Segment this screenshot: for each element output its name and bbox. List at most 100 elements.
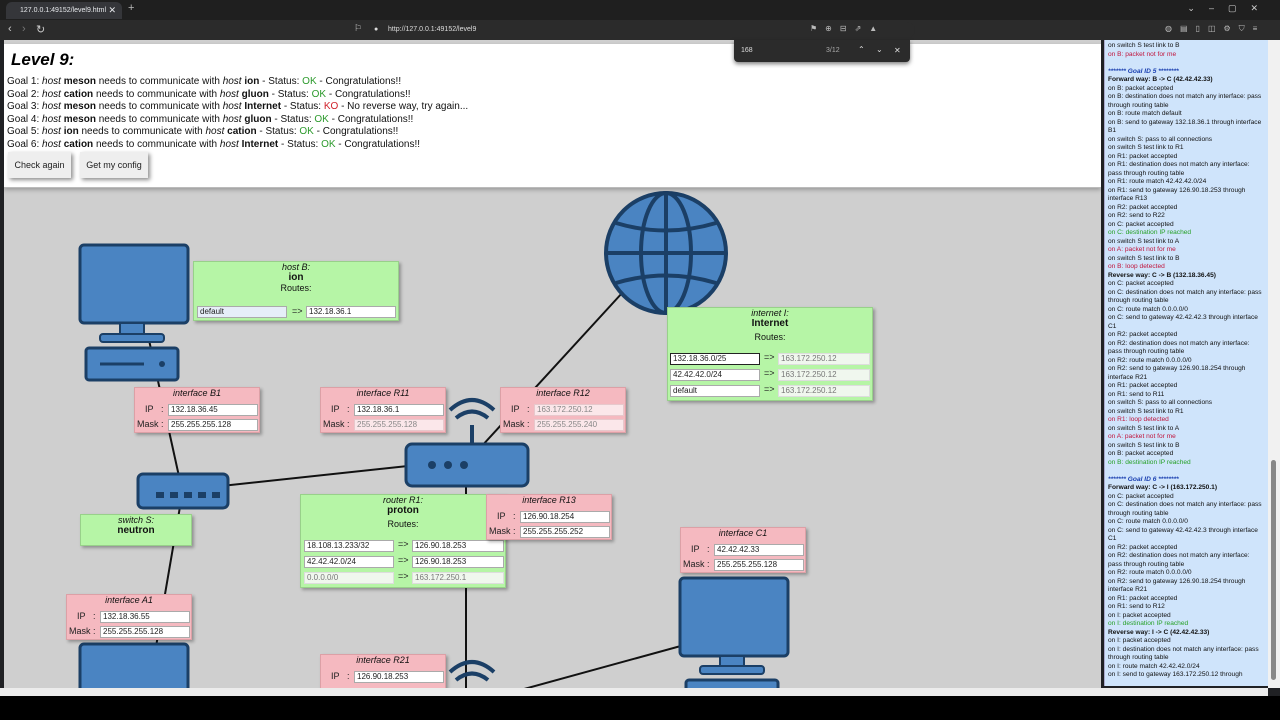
goal-text: host — [222, 101, 242, 113]
log-line: on B: destination IP reached — [1108, 458, 1191, 466]
interface-r12-mask-input[interactable]: 255.255.255.240 — [534, 419, 624, 431]
goal-text: gluon — [244, 113, 272, 125]
goal-text: meson — [63, 76, 96, 87]
log-line: on R2: route match 0.0.0.0/0 — [1108, 356, 1192, 364]
log-line: on I: send to gateway 163.172.250.12 thr… — [1108, 671, 1243, 678]
interface-a1-mask-input[interactable]: 255.255.255.128 — [100, 626, 190, 638]
goal-text: needs to communicate with — [78, 126, 206, 138]
interface-c1-mask-input[interactable]: 255.255.255.128 — [714, 559, 804, 571]
goal-text: - Congratulations!! — [326, 88, 411, 100]
log-line: on switch S test link to A — [1108, 237, 1180, 245]
bookmark-icon[interactable]: ⚐ — [354, 23, 362, 34]
find-close-icon[interactable]: ✕ — [894, 46, 901, 55]
interface-b1-title: interface B1 — [172, 388, 222, 398]
colon-label: : — [347, 671, 350, 681]
tab-bar: 127.0.0.1:49152/level9.html ✕ + ⌄–▢✕ — [0, 0, 1280, 20]
goal-text: Goal 3: — [7, 101, 43, 113]
find-prev-icon[interactable]: ⌃ — [858, 45, 865, 54]
interface-a1-ip-input[interactable]: 132.18.36.55 — [100, 611, 190, 623]
internet-route3-dest-input[interactable]: default — [670, 385, 760, 397]
goal-status: OK — [299, 126, 314, 138]
interface-r13-mask-input[interactable]: 255.255.255.252 — [520, 526, 610, 538]
colon-label: : — [347, 404, 350, 414]
log-line: on I: packet accepted — [1108, 637, 1171, 644]
forward-icon[interactable]: › — [22, 23, 26, 35]
horizontal-scrollbar[interactable] — [0, 688, 1268, 696]
host-b-route-dest-input[interactable]: default — [197, 306, 287, 318]
log-line: on C: packet accepted — [1108, 492, 1174, 500]
goal-line: Goal 4: host meson needs to communicate … — [7, 114, 413, 125]
log-line: on B: loop detected — [1108, 263, 1165, 270]
goal-text: - Congratulations!! — [335, 139, 421, 150]
host-b-route-gw-input[interactable]: 132.18.36.1 — [306, 306, 396, 318]
browser-tab[interactable]: 127.0.0.1:49152/level9.html ✕ — [6, 2, 122, 19]
interface-r21-title: interface R21 — [356, 655, 410, 665]
interface-r13-ip-input[interactable]: 126.90.18.254 — [520, 511, 610, 523]
interface-r13-card: interface R13 IP : 126.90.18.254 Mask : … — [486, 494, 612, 540]
arrow-label: => — [292, 306, 303, 316]
internet-name: Internet — [751, 318, 789, 329]
log-line: on R1: loop detected — [1108, 416, 1169, 423]
site-info-icon[interactable]: ● — [374, 22, 378, 38]
log-line: on R2: packet accepted — [1108, 331, 1178, 338]
goal-text: host — [222, 113, 242, 125]
internet-route2-dest-input[interactable]: 42.42.42.0/24 — [670, 369, 760, 381]
router-r1-route3-gw-input[interactable]: 163.172.250.1 — [412, 572, 504, 584]
window-controls[interactable]: ⌄–▢✕ — [1187, 3, 1272, 14]
router-r1-route3-dest-input[interactable]: 0.0.0.0/0 — [304, 572, 394, 584]
router-r1-route2-dest-input[interactable]: 42.42.42.0/24 — [304, 556, 394, 568]
log-line: on I: route match 42.42.42.0/24 — [1108, 662, 1200, 670]
mask-label: Mask — [137, 419, 159, 429]
log-line: on switch S test link to B — [1108, 42, 1180, 49]
log-line: on switch S test link to B — [1108, 254, 1180, 262]
interface-r12-ip-input[interactable]: 163.172.250.12 — [534, 404, 624, 416]
page-actions-icons[interactable]: ⚑⊕⊟⇗▲ — [810, 24, 885, 33]
log-line: on switch S test link to A — [1108, 424, 1180, 432]
colon-label: : — [707, 544, 710, 554]
arrow-label: => — [764, 352, 775, 362]
get-config-button[interactable]: Get my config — [80, 152, 148, 178]
goal-status: OK — [311, 88, 327, 100]
interface-c1-ip-input[interactable]: 42.42.42.33 — [714, 544, 804, 556]
interface-c1-title: interface C1 — [718, 528, 768, 538]
interface-r21-ip-input[interactable]: 126.90.18.253 — [354, 671, 444, 683]
log-line: on C: send to gateway 42.42.42.3 through… — [1108, 314, 1258, 330]
router-r1-route1-dest-input[interactable]: 18.108.13.233/32 — [304, 540, 394, 552]
log-line: on R1: packet accepted — [1108, 594, 1178, 602]
mask-label: Mask — [503, 419, 525, 429]
find-next-icon[interactable]: ⌄ — [876, 45, 883, 54]
internet-title: internet I: — [751, 308, 789, 318]
switch-s-card: switch S: neutron — [80, 514, 192, 546]
colon-label: : — [707, 559, 710, 569]
internet-route1-dest-input[interactable]: 132.18.36.0/25 — [670, 353, 760, 365]
colon-label: : — [347, 419, 350, 429]
router-r1-route2-gw-input[interactable]: 126.90.18.253 — [412, 556, 504, 568]
new-tab-icon[interactable]: + — [128, 2, 134, 14]
log-line: on B: route match default — [1108, 110, 1182, 117]
reload-icon[interactable]: ↻ — [36, 23, 45, 36]
find-count: 3/12 — [826, 47, 840, 54]
scrollbar-thumb[interactable] — [1271, 460, 1276, 680]
extensions-icons[interactable]: ◍▤▯◫⚙⛉≡ — [1165, 24, 1265, 34]
switch-s-title: switch S: — [117, 515, 154, 525]
interface-r11-mask-input[interactable]: 255.255.255.128 — [354, 419, 444, 431]
goal-text: - Status: — [268, 88, 312, 100]
check-again-button[interactable]: Check again — [8, 152, 71, 178]
router-r1-route1-gw-input[interactable]: 126.90.18.253 — [412, 540, 504, 552]
close-tab-icon[interactable]: ✕ — [108, 2, 116, 19]
internet-route1-gw-input[interactable]: 163.172.250.12 — [778, 353, 870, 365]
goal-line: Goal 5: host ion needs to communicate wi… — [7, 126, 398, 137]
interface-r11-ip-input[interactable]: 132.18.36.1 — [354, 404, 444, 416]
find-input[interactable]: 168 — [741, 47, 753, 54]
goal-text: Goal 5: — [7, 126, 43, 138]
internet-route3-gw-input[interactable]: 163.172.250.12 — [778, 385, 870, 397]
interface-b1-mask-input[interactable]: 255.255.255.128 — [168, 419, 258, 431]
interface-b1-ip-input[interactable]: 132.18.36.45 — [168, 404, 258, 416]
internet-route2-gw-input[interactable]: 163.172.250.12 — [778, 369, 870, 381]
switch-s-name: neutron — [117, 525, 155, 536]
goal-text: Goal 1: — [7, 76, 43, 87]
back-icon[interactable]: ‹ — [8, 23, 12, 35]
log-scrollbar[interactable] — [1268, 40, 1280, 688]
goal-text: host — [42, 126, 61, 138]
log-line: on R1: packet accepted — [1108, 152, 1178, 160]
